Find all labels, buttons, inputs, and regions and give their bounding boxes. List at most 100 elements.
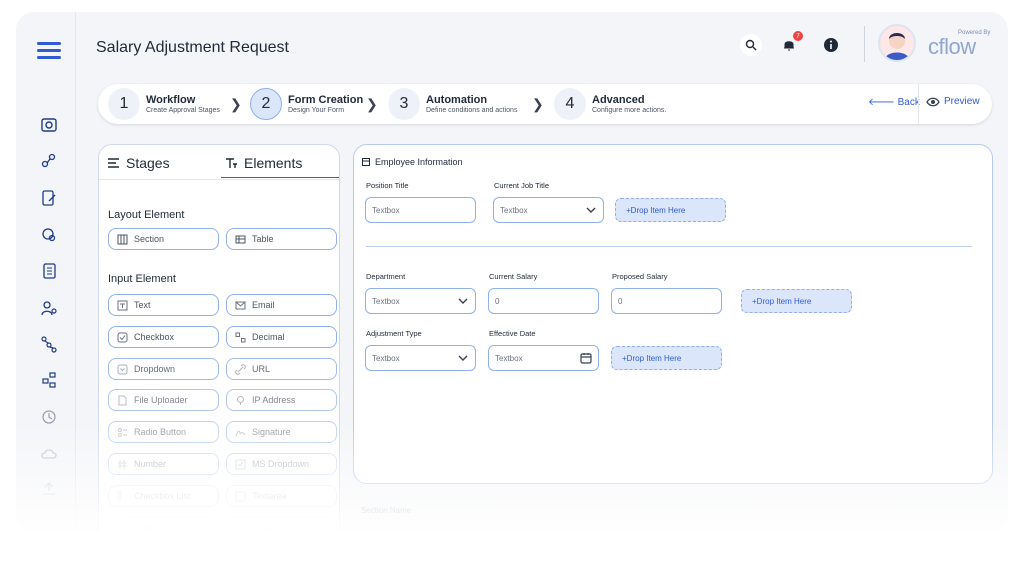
element-dropdown[interactable]: Dropdown (108, 358, 219, 380)
element-label: File Uploader (134, 395, 188, 405)
element-section[interactable]: Section (108, 228, 219, 250)
element-decimal[interactable]: Decimal (226, 326, 337, 348)
upload-icon[interactable] (40, 480, 58, 498)
element-textarea[interactable]: Textarea (226, 485, 337, 507)
preview-button[interactable]: Preview (926, 96, 980, 107)
element-text[interactable]: Text (108, 294, 219, 316)
tab-stages[interactable]: Stages (107, 155, 170, 171)
element-checkbox-list[interactable]: Checkbox List (108, 485, 219, 507)
input-element-heading: Input Element (108, 273, 176, 285)
effective-date-label: Effective Date (489, 329, 536, 338)
position-title-field[interactable]: Textbox (365, 197, 476, 223)
element-signature[interactable]: Signature (226, 421, 337, 443)
image-icon (235, 523, 246, 532)
users-gear-icon[interactable] (40, 299, 58, 317)
current-salary-field[interactable]: 0 (488, 288, 599, 314)
file-icon (118, 395, 127, 405)
element-checkbox[interactable]: Checkbox (108, 326, 219, 348)
back-button[interactable]: 🡐 Back (868, 96, 920, 108)
signature-icon (235, 430, 246, 436)
element-date[interactable]: Date (108, 517, 219, 532)
step-advanced[interactable]: 4 Advanced Configure more actions. (554, 88, 666, 120)
proposed-salary-label: Proposed Salary (612, 272, 668, 281)
drop-zone[interactable]: +Drop Item Here (741, 289, 852, 313)
element-url[interactable]: URL (226, 358, 337, 380)
element-label: IP Address (252, 395, 296, 405)
element-label: URL (252, 364, 271, 374)
radio-icon (118, 427, 127, 437)
logo-word: cflow (928, 34, 976, 59)
drop-zone[interactable]: +Drop Item Here (615, 198, 726, 222)
cloud-icon[interactable] (40, 445, 58, 463)
info-icon[interactable] (820, 34, 842, 56)
text-icon (117, 300, 128, 310)
element-radio-button[interactable]: Radio Button (108, 421, 219, 443)
checkbox-icon (117, 332, 128, 342)
element-label: Number (134, 459, 167, 469)
element-ms-dropdown[interactable]: MS Dropdown (226, 453, 337, 475)
step-number: 2 (250, 88, 282, 120)
step-form-creation[interactable]: 2 Form Creation Design Your Form (250, 88, 363, 120)
step-subtitle: Define conditions and actions (426, 107, 518, 114)
back-label: Back (897, 97, 920, 108)
section-title: Employee Information (375, 157, 463, 167)
proposed-salary-field[interactable]: 0 (611, 288, 722, 314)
department-label: Department (366, 272, 406, 281)
element-number[interactable]: Number (108, 453, 219, 475)
history-icon[interactable] (40, 408, 58, 426)
multiselect-icon (235, 459, 246, 469)
settings-gear-icon[interactable] (40, 226, 58, 244)
email-icon (235, 301, 246, 309)
location-icon (237, 395, 244, 405)
chevron-right-icon: ❯ (532, 96, 544, 112)
elements-panel: Stages Elements Layout Element Section T… (98, 144, 340, 532)
notification-bell-icon[interactable]: 7 (778, 31, 803, 56)
flow-tree-icon[interactable] (40, 335, 58, 353)
chevron-down-icon (458, 355, 468, 361)
element-ip-address[interactable]: IP Address (226, 389, 337, 411)
step-subtitle: Create Approval Stages (146, 107, 220, 114)
step-automation[interactable]: 3 Automation Define conditions and action… (388, 88, 517, 120)
step-number: 4 (554, 88, 586, 120)
chevron-right-icon: ❯ (366, 96, 378, 112)
step-workflow[interactable]: 1 Workflow Create Approval Stages (108, 88, 220, 120)
step-subtitle: Design Your Form (288, 107, 345, 114)
link-icon (235, 363, 246, 375)
checklist-icon (117, 491, 122, 500)
adjustment-type-dropdown[interactable]: Textbox (365, 345, 476, 371)
drop-zone[interactable]: +Drop Item Here (611, 346, 722, 370)
avatar[interactable] (878, 24, 916, 62)
preview-label: Preview (944, 96, 980, 107)
element-image[interactable]: Image (226, 517, 337, 532)
search-icon[interactable] (740, 34, 762, 56)
element-email[interactable]: Email (226, 294, 337, 316)
current-job-title-dropdown[interactable]: Textbox (493, 197, 604, 223)
org-chart-icon[interactable] (40, 371, 58, 389)
effective-date-field[interactable]: Textbox (488, 345, 599, 371)
tab-elements[interactable]: Elements (225, 155, 302, 171)
menu-icon[interactable] (37, 42, 61, 60)
dashboard-icon[interactable] (40, 116, 58, 134)
element-label: Checkbox (134, 332, 175, 342)
calendar-icon (117, 524, 128, 532)
element-table[interactable]: Table (226, 228, 337, 250)
effective-date-value: Textbox (495, 353, 523, 363)
element-label: Section (134, 234, 165, 244)
element-file-uploader[interactable]: File Uploader (108, 389, 219, 411)
element-label: Decimal (252, 332, 285, 342)
reports-icon[interactable] (40, 262, 58, 280)
decimal-icon (235, 332, 246, 342)
text-tool-icon (226, 158, 237, 168)
step-title: Form Creation (288, 94, 364, 106)
department-dropdown[interactable]: Textbox (365, 288, 476, 314)
element-label: Textarea (252, 491, 287, 501)
notification-badge: 7 (793, 31, 803, 41)
element-label: Dropdown (134, 364, 176, 374)
active-tab-indicator (221, 177, 339, 178)
step-number: 3 (388, 88, 420, 120)
form-edit-icon[interactable] (40, 189, 58, 207)
workflow-icon[interactable] (40, 152, 58, 170)
textarea-icon (235, 491, 246, 501)
layout-element-heading: Layout Element (108, 209, 185, 221)
step-progress-bar: 1 Workflow Create Approval Stages ❯ 2 For… (98, 84, 992, 124)
